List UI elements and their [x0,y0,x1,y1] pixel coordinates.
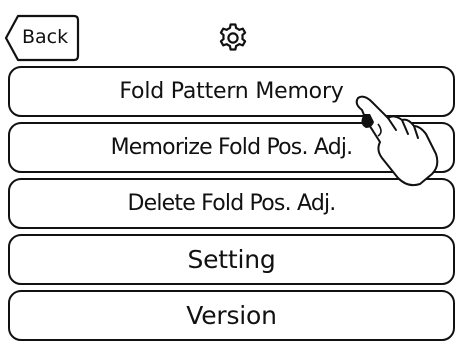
back-button-label: Back [22,26,69,48]
menu-item-label: Setting [187,245,276,274]
menu-item-label: Fold Pattern Memory [119,79,344,104]
menu-item-delete-fold-pos-adj[interactable]: Delete Fold Pos. Adj. [8,178,455,229]
menu-item-label: Version [186,301,277,330]
menu-item-fold-pattern-memory[interactable]: Fold Pattern Memory [8,66,455,117]
menu-item-setting[interactable]: Setting [8,234,455,285]
menu-item-version[interactable]: Version [8,290,455,341]
header-bar: Back [0,0,468,64]
menu-item-memorize-fold-pos-adj[interactable]: Memorize Fold Pos. Adj. [8,122,455,173]
menu-item-label: Delete Fold Pos. Adj. [127,191,336,216]
gear-icon[interactable] [217,22,249,54]
menu-list: Fold Pattern Memory Memorize Fold Pos. A… [8,66,455,346]
back-button[interactable]: Back [4,14,80,62]
menu-item-label: Memorize Fold Pos. Adj. [110,135,354,160]
